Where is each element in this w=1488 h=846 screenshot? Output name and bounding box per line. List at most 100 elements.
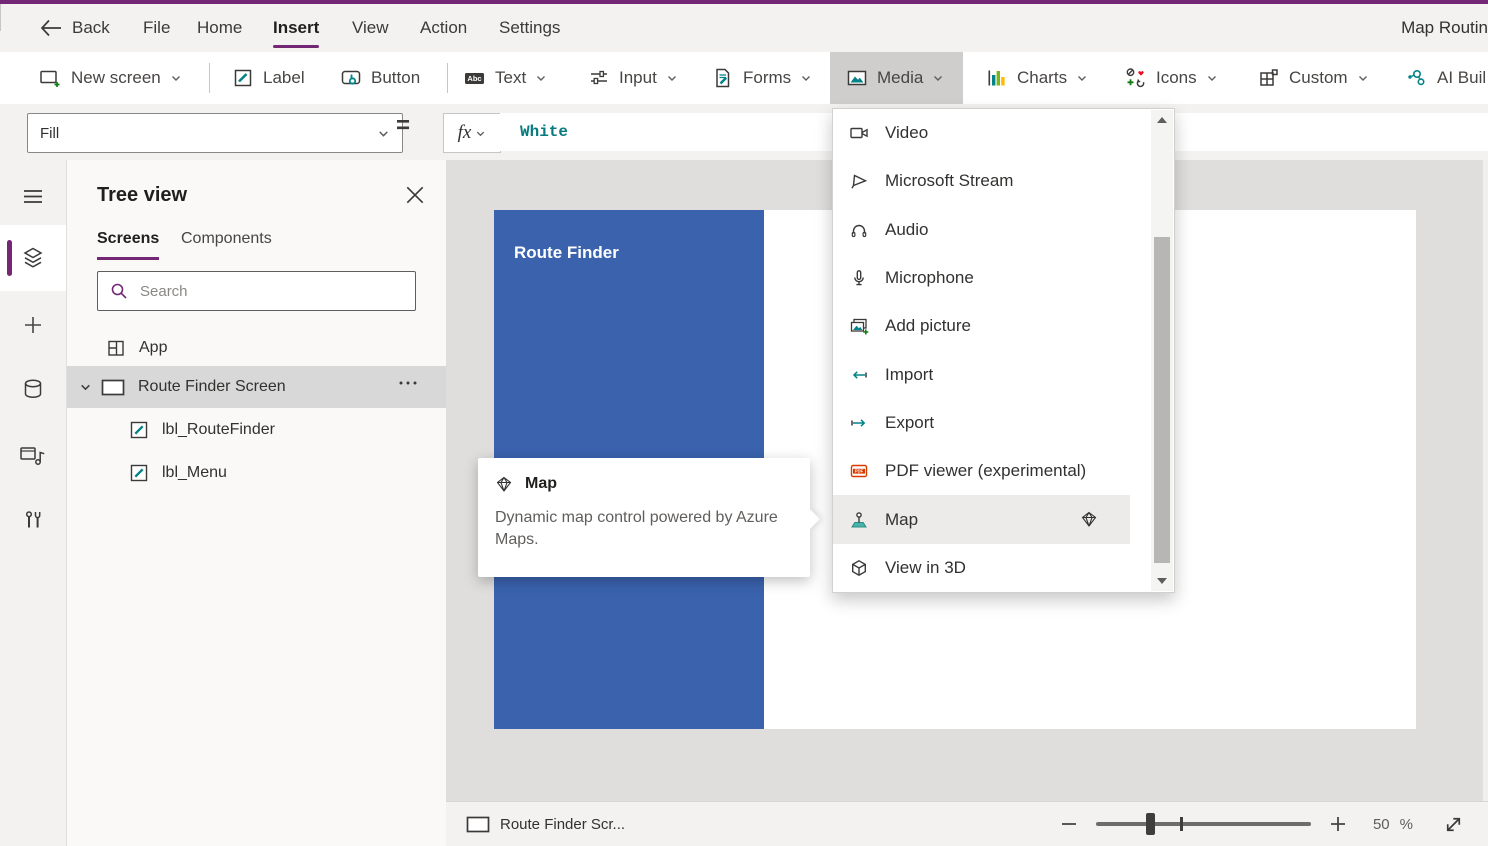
forms-button[interactable]: Forms <box>704 52 820 104</box>
zoom-slider-thumb[interactable] <box>1145 813 1155 835</box>
menu-item-map[interactable]: Map <box>833 495 1130 544</box>
menu-item-audio[interactable]: Audio <box>833 206 1130 254</box>
premium-diamond-icon <box>496 476 512 492</box>
close-panel-button[interactable] <box>406 186 424 204</box>
icons-button[interactable]: Icons <box>1117 52 1226 104</box>
media-icon <box>847 70 867 86</box>
fx-selector[interactable]: fx <box>443 113 501 153</box>
label-control-icon <box>130 464 148 482</box>
menu-item-import[interactable]: Import <box>833 350 1130 398</box>
menu-insert[interactable]: Insert <box>273 4 320 51</box>
menu-item-add-picture[interactable]: Add picture <box>833 302 1130 350</box>
app-icon <box>108 340 124 356</box>
insert-toolbar: New screen Label Button Abc Text Input F… <box>0 52 1488 104</box>
menu-item-pdf-viewer[interactable]: PDF PDF viewer (experimental) <box>833 447 1130 495</box>
screen-selector[interactable]: Route Finder Scr... <box>466 816 625 833</box>
text-button[interactable]: Abc Text <box>455 52 555 104</box>
tree-view-layers-icon <box>23 247 43 268</box>
chevron-down-icon <box>1207 76 1216 81</box>
charts-button[interactable]: Charts <box>978 52 1096 104</box>
menu-view[interactable]: View <box>352 4 389 51</box>
custom-icon <box>1260 69 1278 86</box>
new-screen-button[interactable]: New screen <box>30 52 190 104</box>
close-icon <box>406 186 424 204</box>
scroll-down-arrow[interactable] <box>1156 576 1168 586</box>
tooltip-body: Dynamic map control powered by Azure Map… <box>495 509 778 548</box>
status-bar: Route Finder Scr... 50% <box>446 801 1488 846</box>
chevron-down-icon <box>802 76 811 81</box>
back-button[interactable]: Back <box>40 4 110 51</box>
item-options-button[interactable] <box>398 380 418 386</box>
svg-text:Abc: Abc <box>467 74 481 83</box>
media-dropdown-menu: Video Microsoft Stream Audio Microphone … <box>832 108 1175 593</box>
video-icon <box>850 127 868 139</box>
tree-item-lbl-routefinder[interactable]: lbl_RouteFinder <box>67 409 446 451</box>
back-arrow-icon <box>40 19 61 36</box>
tools-icon <box>25 511 41 528</box>
tree-item-lbl-menu[interactable]: lbl_Menu <box>67 452 446 494</box>
menu-home[interactable]: Home <box>197 4 242 51</box>
ai-builder-button[interactable]: AI Buil <box>1398 52 1488 104</box>
rail-insert-button[interactable] <box>0 297 66 353</box>
label-button[interactable]: Label <box>224 52 313 104</box>
database-icon <box>24 379 42 398</box>
pdf-icon: PDF <box>850 465 868 478</box>
menu-file[interactable]: File <box>143 4 170 51</box>
new-screen-icon <box>40 70 60 87</box>
media-button[interactable]: Media <box>830 52 963 104</box>
minus-icon <box>1061 823 1076 825</box>
svg-text:PDF: PDF <box>855 469 864 474</box>
chevron-down-icon <box>667 76 676 81</box>
add-picture-icon <box>850 319 869 335</box>
rail-media-button[interactable] <box>0 427 66 483</box>
chevron-down-icon <box>379 130 388 137</box>
input-button[interactable]: Input <box>580 52 686 104</box>
charts-icon <box>988 70 1005 86</box>
zoom-controls: 50% <box>1060 813 1464 835</box>
custom-button[interactable]: Custom <box>1250 52 1377 104</box>
zoom-out-button[interactable] <box>1060 815 1078 833</box>
equals-sign: = <box>396 112 411 139</box>
zoom-slider-tick <box>1179 817 1183 831</box>
rail-data-button[interactable] <box>0 362 66 418</box>
search-box[interactable] <box>97 271 416 311</box>
screen-heading-label: Route Finder <box>514 243 619 262</box>
tree-item-app[interactable]: App <box>67 330 446 366</box>
ai-builder-icon <box>1408 69 1425 86</box>
microphone-icon <box>854 270 864 286</box>
tree-item-route-finder-screen[interactable]: Route Finder Screen <box>67 366 446 408</box>
chevron-down-icon <box>934 76 943 81</box>
zoom-in-button[interactable] <box>1329 815 1347 833</box>
menu-scrollbar[interactable] <box>1151 110 1173 591</box>
menu-action[interactable]: Action <box>420 4 467 51</box>
panel-title: Tree view <box>97 184 188 206</box>
canvas-scrollbar[interactable] <box>1483 160 1488 801</box>
search-input[interactable] <box>138 281 403 301</box>
map-icon <box>851 511 867 528</box>
menu-item-view-in-3d[interactable]: View in 3D <box>833 544 1130 592</box>
menu-scrollbar-thumb[interactable] <box>1154 237 1170 563</box>
rail-advanced-tools-button[interactable] <box>0 492 66 548</box>
tab-components[interactable]: Components <box>181 230 272 257</box>
tab-screens[interactable]: Screens <box>97 230 160 260</box>
rail-hamburger-button[interactable] <box>0 168 66 224</box>
zoom-slider[interactable] <box>1095 813 1311 835</box>
forms-icon <box>716 68 730 88</box>
tooltip-title: Map <box>525 475 557 492</box>
plus-icon <box>1330 817 1345 831</box>
rail-tree-view-button[interactable] <box>0 225 66 291</box>
menu-item-microphone[interactable]: Microphone <box>833 254 1130 302</box>
property-selector[interactable]: Fill <box>27 113 403 153</box>
menu-settings[interactable]: Settings <box>499 4 560 51</box>
fullscreen-button[interactable] <box>1443 814 1464 835</box>
screen-icon <box>466 816 490 832</box>
button-button[interactable]: Button <box>332 52 428 104</box>
screen-icon <box>101 379 125 395</box>
scroll-up-arrow[interactable] <box>1156 115 1168 125</box>
menu-item-export[interactable]: Export <box>833 399 1130 447</box>
menu-item-microsoft-stream[interactable]: Microsoft Stream <box>833 157 1130 205</box>
menu-item-video[interactable]: Video <box>833 109 1130 157</box>
chevron-down-icon <box>171 76 180 81</box>
menubar: Back File Home Insert View Action Settin… <box>0 4 1488 53</box>
formula-bar: Fill = fx White <box>0 104 1488 160</box>
